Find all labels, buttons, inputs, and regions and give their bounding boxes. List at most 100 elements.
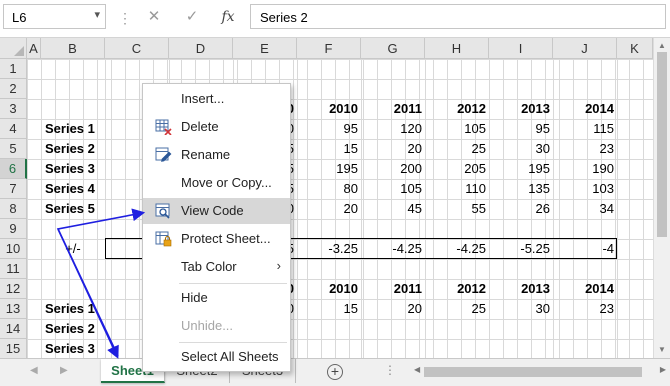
cell-g13[interactable]: 20 — [361, 299, 425, 319]
cell-h12[interactable]: 2012 — [425, 279, 489, 299]
row-header-6[interactable]: 6 — [0, 159, 27, 179]
chevron-down-icon[interactable]: ▾ — [94, 8, 100, 21]
column-header-g[interactable]: G — [361, 38, 425, 59]
menu-item-move-copy[interactable]: Move or Copy... — [143, 170, 290, 196]
cell-i3[interactable]: 2013 — [489, 99, 553, 119]
formula-input[interactable]: Series 2 — [250, 4, 666, 29]
enter-icon[interactable]: ✓ — [181, 6, 203, 28]
row-header-9[interactable]: 9 — [0, 219, 27, 239]
column-header-c[interactable]: C — [105, 38, 169, 59]
row-header-4[interactable]: 4 — [0, 119, 27, 139]
scroll-left-icon[interactable]: ◀ — [414, 365, 420, 374]
row-header-14[interactable]: 14 — [0, 319, 27, 339]
cell-j13[interactable]: 23 — [553, 299, 617, 319]
menu-item-tab-color[interactable]: Tab Color › — [143, 254, 290, 280]
cell-g10[interactable]: -4.25 — [361, 239, 425, 259]
cell-h7[interactable]: 110 — [425, 179, 489, 199]
row-header-3[interactable]: 3 — [0, 99, 27, 119]
cell-i10[interactable]: -5.25 — [489, 239, 553, 259]
cancel-icon[interactable]: ✕ — [143, 6, 165, 28]
cell-h13[interactable]: 25 — [425, 299, 489, 319]
cell-i8[interactable]: 26 — [489, 199, 553, 219]
cell-b8[interactable]: Series 5 — [41, 199, 105, 219]
cell-f5[interactable]: 15 — [297, 139, 361, 159]
menu-item-protect-sheet[interactable]: Protect Sheet... — [143, 226, 290, 252]
cell-j5[interactable]: 23 — [553, 139, 617, 159]
cell-h6[interactable]: 205 — [425, 159, 489, 179]
cell-g3[interactable]: 2011 — [361, 99, 425, 119]
name-box[interactable]: L6 ▾ — [3, 4, 106, 29]
cell-j7[interactable]: 103 — [553, 179, 617, 199]
column-header-e[interactable]: E — [233, 38, 297, 59]
cell-i12[interactable]: 2013 — [489, 279, 553, 299]
row-header-11[interactable]: 11 — [0, 259, 27, 279]
cell-h4[interactable]: 105 — [425, 119, 489, 139]
cell-f7[interactable]: 80 — [297, 179, 361, 199]
row-header-15[interactable]: 15 — [0, 339, 27, 358]
row-header-5[interactable]: 5 — [0, 139, 27, 159]
cell-j3[interactable]: 2014 — [553, 99, 617, 119]
more-options-icon[interactable]: ⋮ — [384, 363, 396, 377]
column-header-k[interactable]: K — [617, 38, 653, 59]
cell-h8[interactable]: 55 — [425, 199, 489, 219]
menu-item-view-code[interactable]: View Code — [143, 198, 290, 224]
cell-j12[interactable]: 2014 — [553, 279, 617, 299]
vertical-scrollbar[interactable]: ▲ ▼ — [653, 38, 670, 358]
row-header-1[interactable]: 1 — [0, 59, 27, 79]
column-header-b[interactable]: B — [41, 38, 105, 59]
cell-b13[interactable]: Series 1 — [41, 299, 105, 319]
cell-g8[interactable]: 45 — [361, 199, 425, 219]
row-header-2[interactable]: 2 — [0, 79, 27, 99]
row-header-13[interactable]: 13 — [0, 299, 27, 319]
scroll-down-icon[interactable]: ▼ — [658, 345, 666, 354]
cell-g7[interactable]: 105 — [361, 179, 425, 199]
cell-j6[interactable]: 190 — [553, 159, 617, 179]
select-all-corner[interactable] — [0, 38, 27, 59]
cell-h5[interactable]: 25 — [425, 139, 489, 159]
row-header-8[interactable]: 8 — [0, 199, 27, 219]
menu-item-hide[interactable]: Hide — [143, 285, 290, 311]
cell-i13[interactable]: 30 — [489, 299, 553, 319]
cell-h10[interactable]: -4.25 — [425, 239, 489, 259]
cell-f6[interactable]: 195 — [297, 159, 361, 179]
column-header-a[interactable]: A — [27, 38, 41, 59]
cell-b14[interactable]: Series 2 — [41, 319, 105, 339]
cell-f10[interactable]: -3.25 — [297, 239, 361, 259]
cell-j8[interactable]: 34 — [553, 199, 617, 219]
insert-function-icon[interactable]: fx — [217, 6, 239, 28]
column-header-i[interactable]: I — [489, 38, 553, 59]
cell-b7[interactable]: Series 4 — [41, 179, 105, 199]
cell-i7[interactable]: 135 — [489, 179, 553, 199]
cell-b4[interactable]: Series 1 — [41, 119, 105, 139]
horizontal-scrollbar[interactable]: ◀ ▶ — [400, 363, 668, 380]
cell-f12[interactable]: 2010 — [297, 279, 361, 299]
cell-i6[interactable]: 195 — [489, 159, 553, 179]
cell-j4[interactable]: 115 — [553, 119, 617, 139]
cell-b15[interactable]: Series 3 — [41, 339, 105, 358]
tab-scroll-left-icon[interactable]: ◀ — [30, 365, 38, 376]
tab-scroll-right-icon[interactable]: ▶ — [60, 365, 68, 376]
column-header-f[interactable]: F — [297, 38, 361, 59]
cell-j10[interactable]: -4 — [553, 239, 617, 259]
column-header-h[interactable]: H — [425, 38, 489, 59]
cell-g6[interactable]: 200 — [361, 159, 425, 179]
cell-i5[interactable]: 30 — [489, 139, 553, 159]
vertical-scroll-thumb[interactable] — [657, 52, 667, 237]
menu-item-rename[interactable]: Rename — [143, 142, 290, 168]
cell-b10[interactable]: +/- — [41, 239, 105, 259]
add-sheet-icon[interactable]: + — [327, 364, 343, 380]
cell-f4[interactable]: 95 — [297, 119, 361, 139]
cell-h3[interactable]: 2012 — [425, 99, 489, 119]
cell-i4[interactable]: 95 — [489, 119, 553, 139]
menu-item-delete[interactable]: Delete — [143, 114, 290, 140]
column-header-j[interactable]: J — [553, 38, 617, 59]
cell-g4[interactable]: 120 — [361, 119, 425, 139]
cell-b6[interactable]: Series 3 — [41, 159, 105, 179]
horizontal-scroll-thumb[interactable] — [424, 367, 642, 377]
cell-g5[interactable]: 20 — [361, 139, 425, 159]
menu-item-select-all-sheets[interactable]: Select All Sheets — [143, 344, 290, 370]
scroll-up-icon[interactable]: ▲ — [658, 41, 666, 50]
cell-f3[interactable]: 2010 — [297, 99, 361, 119]
scroll-right-icon[interactable]: ▶ — [660, 365, 666, 374]
cell-g12[interactable]: 2011 — [361, 279, 425, 299]
